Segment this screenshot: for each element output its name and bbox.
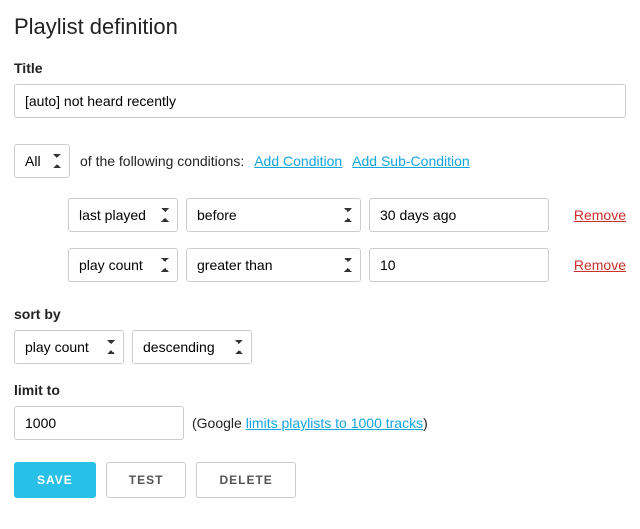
match-mode-select-wrap: All (14, 144, 70, 178)
match-mode-select[interactable]: All (14, 144, 70, 178)
sort-direction-select[interactable]: descending (132, 330, 252, 364)
condition-value-input[interactable] (369, 198, 549, 232)
title-input[interactable] (14, 84, 626, 118)
delete-button[interactable]: Delete (196, 462, 295, 498)
add-subcondition-link[interactable]: Add Sub-Condition (352, 153, 470, 169)
condition-field-select[interactable]: play count (68, 248, 178, 282)
sort-label: sort by (14, 306, 626, 322)
condition-row: play count greater than Remove (68, 248, 626, 282)
condition-value-input[interactable] (369, 248, 549, 282)
remove-condition-link[interactable]: Remove (574, 257, 626, 273)
condition-operator-select[interactable]: before (186, 198, 361, 232)
condition-field-select[interactable]: last played (68, 198, 178, 232)
limit-note-suffix: ) (423, 415, 428, 431)
add-condition-link[interactable]: Add Condition (254, 153, 342, 169)
test-button[interactable]: Test (106, 462, 187, 498)
sort-field-select[interactable]: play count (14, 330, 124, 364)
limit-note-prefix: (Google (192, 415, 246, 431)
condition-operator-select[interactable]: greater than (186, 248, 361, 282)
remove-condition-link[interactable]: Remove (574, 207, 626, 223)
page-title: Playlist definition (14, 14, 626, 40)
save-button[interactable]: Save (14, 462, 96, 498)
limit-note-link[interactable]: limits playlists to 1000 tracks (246, 415, 423, 431)
condition-row: last played before Remove (68, 198, 626, 232)
limit-label: limit to (14, 382, 626, 398)
title-label: Title (14, 60, 626, 76)
match-suffix-text: of the following conditions: (80, 153, 244, 169)
limit-input[interactable] (14, 406, 184, 440)
limit-note: (Google limits playlists to 1000 tracks) (192, 415, 428, 431)
